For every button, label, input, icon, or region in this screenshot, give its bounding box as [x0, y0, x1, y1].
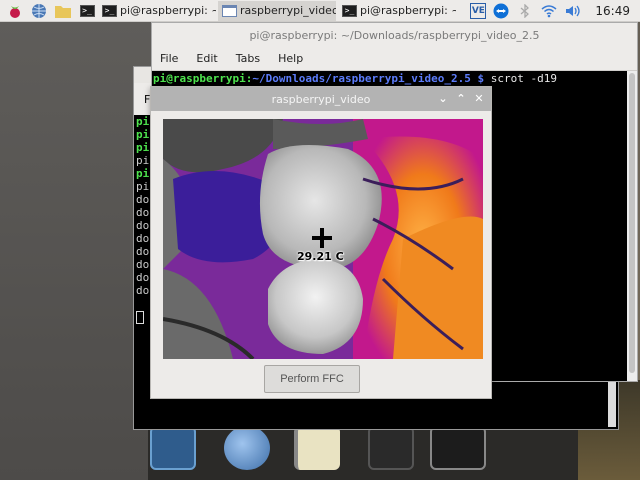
menu-file[interactable]: File: [160, 52, 178, 65]
task-label: raspberrypi_video: [240, 4, 336, 17]
background-terminal-output: pi pi pi pi pi pi do do do do do do do do: [136, 115, 149, 297]
raspberry-menu-icon[interactable]: [6, 3, 24, 19]
scrollbar-thumb[interactable]: [629, 73, 635, 373]
taskbar: >_ >_ pi@raspberrypi: ~... raspberrypi_v…: [0, 0, 640, 22]
terminal-line: do: [136, 258, 150, 271]
main-terminal-menubar: File Edit Tabs Help: [152, 47, 637, 71]
crosshair-icon: [312, 228, 332, 248]
menu-help[interactable]: Help: [278, 52, 303, 65]
video-window-titlebar[interactable]: raspberrypi_video ⌄ ⌃ ✕: [151, 87, 491, 111]
prompt-symbol: $: [470, 72, 491, 85]
terminal-line: pi: [136, 141, 150, 154]
thermal-camera-view: 29.21 C: [163, 119, 483, 359]
temperature-readout: 29.21 C: [297, 250, 344, 263]
file-manager-folder-icon[interactable]: [54, 3, 72, 19]
dock-terminal-icon[interactable]: [430, 426, 486, 470]
terminal-line: pi: [136, 167, 150, 180]
terminal-line: pi: [136, 154, 150, 167]
terminal-line: do: [136, 193, 150, 206]
terminal-line: do: [136, 232, 150, 245]
main-terminal-titlebar[interactable]: pi@raspberrypi: ~/Downloads/raspberrypi_…: [152, 23, 637, 47]
clock[interactable]: 16:49: [595, 4, 630, 18]
maximize-icon[interactable]: ⌃: [453, 91, 469, 107]
main-terminal-scrollbar[interactable]: [627, 71, 637, 381]
task-label: pi@raspberrypi: ~...: [120, 4, 216, 17]
task-terminal-1[interactable]: >_ pi@raspberrypi: ~...: [98, 1, 216, 21]
window-controls: ⌄ ⌃ ✕: [433, 91, 487, 107]
wifi-icon[interactable]: [540, 2, 558, 20]
bluetooth-icon[interactable]: [516, 2, 534, 20]
terminal-line: do: [136, 271, 150, 284]
task-terminal-2[interactable]: >_ pi@raspberrypi: ~...: [338, 1, 456, 21]
menu-tabs[interactable]: Tabs: [236, 52, 260, 65]
terminal-line: do: [136, 219, 150, 232]
terminal-line: do: [136, 284, 150, 297]
terminal-line: do: [136, 245, 150, 258]
prompt-path: ~/Downloads/raspberrypi_video_2.5: [252, 72, 471, 85]
system-tray: VE 16:49: [467, 0, 640, 22]
dock-printer-icon[interactable]: [368, 426, 414, 470]
terminal-cursor: [136, 311, 144, 324]
terminal-line: pi: [136, 128, 150, 141]
command-text: scrot -d19: [490, 72, 557, 85]
dock-globe-icon[interactable]: [224, 426, 270, 470]
teamviewer-icon[interactable]: [492, 2, 510, 20]
terminal-line: pi: [136, 180, 150, 193]
window-title: raspberrypi_video: [271, 92, 371, 106]
prompt-user: pi@raspberrypi: [153, 72, 246, 85]
terminal-line: do: [136, 206, 150, 219]
terminal-launcher-icon[interactable]: >_: [78, 3, 96, 19]
volume-icon[interactable]: [564, 2, 582, 20]
task-label: pi@raspberrypi: ~...: [360, 4, 456, 17]
minimize-icon[interactable]: ⌄: [435, 91, 451, 107]
browser-globe-icon[interactable]: [30, 3, 48, 19]
perform-ffc-button[interactable]: Perform FFC: [264, 365, 360, 393]
window-title: pi@raspberrypi: ~/Downloads/raspberrypi_…: [249, 28, 540, 42]
video-window[interactable]: raspberrypi_video ⌄ ⌃ ✕ 29.21 C Perform …: [150, 86, 492, 399]
task-video-window[interactable]: raspberrypi_video: [218, 0, 336, 21]
desktop-left-area: [0, 22, 152, 480]
terminal-line: pi: [136, 115, 150, 128]
dock-notepad-icon[interactable]: [294, 426, 340, 470]
close-icon[interactable]: ✕: [471, 91, 487, 107]
menu-edit[interactable]: Edit: [196, 52, 217, 65]
terminal-icon: >_: [102, 4, 117, 17]
terminal-icon: >_: [342, 4, 357, 17]
dock-filemanager-icon[interactable]: [150, 426, 196, 470]
window-icon: [222, 4, 237, 17]
vnc-icon[interactable]: VE: [470, 2, 487, 19]
